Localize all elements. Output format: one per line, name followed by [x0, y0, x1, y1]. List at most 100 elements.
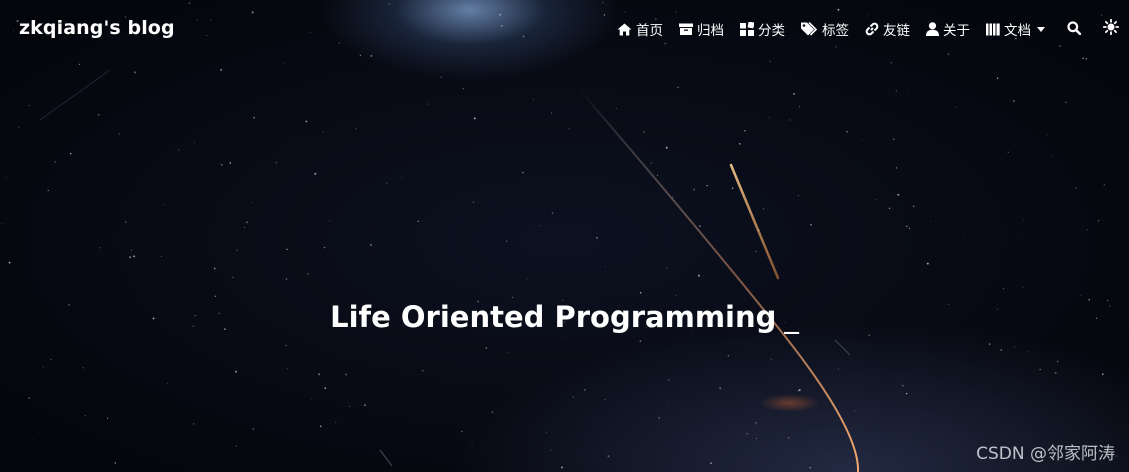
star [370, 244, 372, 246]
star [744, 129, 746, 132]
star [505, 240, 508, 242]
star [485, 347, 488, 349]
star [82, 367, 84, 369]
star [283, 61, 286, 64]
star [837, 368, 840, 371]
star [275, 162, 277, 164]
star [1054, 371, 1057, 374]
star [699, 225, 701, 227]
star [667, 405, 669, 407]
star [320, 425, 322, 427]
star [902, 385, 904, 387]
star [668, 379, 670, 381]
star [1, 223, 3, 225]
star [124, 221, 127, 223]
star [1065, 101, 1067, 104]
star [546, 432, 547, 433]
star [756, 423, 757, 425]
star [314, 172, 317, 175]
star [926, 262, 929, 265]
star [335, 421, 337, 423]
star [735, 123, 737, 125]
star [1051, 156, 1052, 158]
star [133, 255, 136, 258]
star [461, 202, 463, 204]
star [162, 204, 165, 206]
theme-toggle-button[interactable] [1102, 18, 1120, 39]
archive-icon [679, 23, 693, 35]
star [235, 445, 238, 447]
watermark: CSDN @邻家阿涛 [976, 444, 1115, 464]
star [1022, 287, 1024, 289]
star [605, 266, 606, 267]
star-field [1, 1, 1118, 469]
star [422, 370, 424, 372]
star [131, 249, 133, 251]
star [607, 455, 610, 458]
star [710, 462, 712, 465]
hero-title-text: Life Oriented Programming [330, 300, 777, 334]
star [118, 132, 121, 135]
star [596, 237, 598, 239]
star [895, 89, 898, 92]
star [568, 127, 570, 130]
star [527, 278, 528, 280]
star [897, 193, 900, 196]
site-brand-link[interactable]: zkqiang's blog [19, 17, 175, 39]
nav-item-home[interactable]: 首页 [617, 19, 663, 39]
star [511, 296, 514, 299]
search-button[interactable] [1067, 20, 1082, 39]
star [1047, 134, 1049, 136]
star [787, 436, 790, 439]
star [473, 117, 476, 120]
star [318, 373, 321, 376]
chevron-down-icon [1037, 26, 1045, 32]
star [462, 88, 464, 90]
typing-cursor: _ [784, 300, 799, 334]
star [572, 396, 575, 398]
star [214, 267, 216, 270]
star [324, 387, 327, 390]
docs-icon [986, 23, 1000, 36]
nav-item-links[interactable]: 友链 [865, 19, 910, 39]
nav-item-tags[interactable]: 标签 [801, 19, 849, 39]
navbar: zkqiang's blog 首页 归档 分类 标签 友链 关于 文档 [0, 0, 1129, 58]
star [639, 340, 642, 342]
nav-item-about[interactable]: 关于 [926, 19, 970, 39]
star [892, 138, 895, 141]
star [28, 104, 30, 107]
meteor-streak [729, 163, 780, 280]
star [863, 105, 865, 107]
star [853, 410, 856, 412]
star [908, 88, 909, 90]
star [793, 93, 795, 95]
nav-item-docs-dropdown[interactable]: 文档 [986, 19, 1045, 39]
star [898, 376, 900, 378]
star [1086, 229, 1088, 231]
star [962, 232, 964, 234]
nav-item-categories[interactable]: 分类 [740, 19, 785, 39]
star [908, 227, 911, 230]
faint-streak [39, 69, 111, 121]
star [1003, 288, 1005, 290]
star [1097, 219, 1100, 222]
star [1013, 346, 1016, 348]
star [789, 119, 791, 121]
star [697, 274, 700, 277]
star [665, 146, 668, 149]
star [988, 343, 991, 345]
star [253, 117, 255, 119]
star [1007, 151, 1009, 153]
star [8, 261, 11, 264]
star [875, 199, 877, 201]
star [291, 135, 293, 137]
star [99, 247, 101, 249]
star [1115, 455, 1118, 457]
star [98, 114, 100, 116]
star [220, 163, 223, 166]
star [561, 466, 563, 469]
nav-item-archive[interactable]: 归档 [679, 19, 724, 39]
star [229, 162, 232, 164]
star [551, 212, 554, 214]
star [639, 292, 642, 294]
